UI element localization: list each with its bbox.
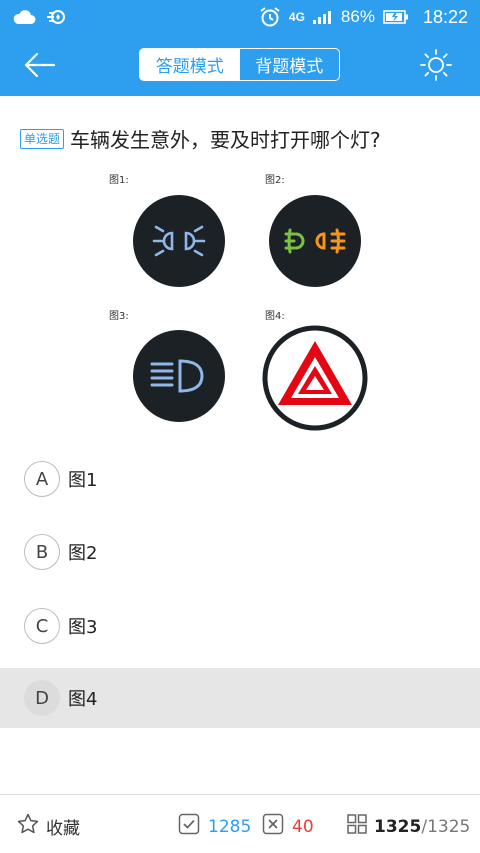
cloud-icon (12, 9, 36, 25)
parking-light-icon (132, 194, 226, 288)
back-arrow-icon[interactable] (22, 49, 58, 81)
hazard-warning-icon (262, 325, 368, 431)
question-type-badge: 单选题 (20, 128, 65, 149)
data-saver-icon (46, 8, 68, 26)
network-type: 4G (288, 10, 305, 24)
bottom-bar: 收藏 1285 40 1325/1325 (0, 794, 480, 853)
figure-1-label: 图1: (109, 175, 129, 186)
tab-answer-mode[interactable]: 答题模式 (140, 49, 240, 80)
figure-3-label: 图3: (109, 311, 129, 322)
option-c-letter: C (24, 608, 60, 644)
option-b-letter: B (24, 534, 60, 570)
option-a-text: 图1 (68, 470, 98, 491)
option-a[interactable]: A 图1 (0, 449, 480, 509)
correct-count: 1285 (208, 816, 252, 837)
app-header: 答题模式 背题模式 (0, 34, 480, 96)
favorite-button[interactable]: 收藏 (16, 812, 80, 840)
high-beam-icon (132, 329, 226, 423)
option-a-letter: A (24, 461, 60, 497)
x-box-icon (262, 813, 284, 840)
status-bar: 4G 86% 18:22 (0, 0, 480, 34)
alarm-clock-icon (259, 6, 281, 28)
star-icon (16, 812, 40, 840)
status-right: 4G 86% 18:22 (259, 6, 468, 28)
mode-toggle: 答题模式 背题模式 (139, 48, 340, 81)
option-c[interactable]: C 图3 (0, 596, 480, 656)
favorite-label: 收藏 (46, 818, 80, 839)
question-progress[interactable]: 1325/1325 (346, 813, 470, 840)
wrong-stat: 40 (262, 813, 314, 840)
clock-time: 18:22 (422, 6, 468, 27)
signal-strength-icon (312, 10, 333, 24)
grid-icon (346, 813, 368, 840)
wrong-count: 40 (292, 816, 314, 837)
figure-2-label: 图2: (265, 175, 285, 186)
option-d-text: 图4 (68, 689, 98, 710)
question-text: 车辆发生意外，要及时打开哪个灯? (70, 128, 381, 152)
tab-review-mode[interactable]: 背题模式 (240, 49, 340, 80)
option-b-text: 图2 (68, 543, 98, 564)
question-header: 单选题 车辆发生意外，要及时打开哪个灯? (20, 124, 470, 153)
option-c-text: 图3 (68, 617, 98, 638)
check-box-icon (178, 813, 200, 840)
option-d[interactable]: D 图4 (0, 668, 480, 728)
battery-percent: 86% (340, 7, 375, 26)
figure-4-label: 图4: (265, 311, 285, 322)
progress-current: 1325 (374, 816, 422, 837)
progress-total: 1325 (427, 816, 471, 837)
brightness-icon[interactable] (419, 48, 453, 82)
status-left (12, 8, 68, 26)
fog-light-icon (268, 194, 362, 288)
option-d-letter: D (24, 680, 60, 716)
battery-charging-icon (383, 10, 409, 24)
option-b[interactable]: B 图2 (0, 522, 480, 582)
correct-stat: 1285 (178, 813, 251, 840)
